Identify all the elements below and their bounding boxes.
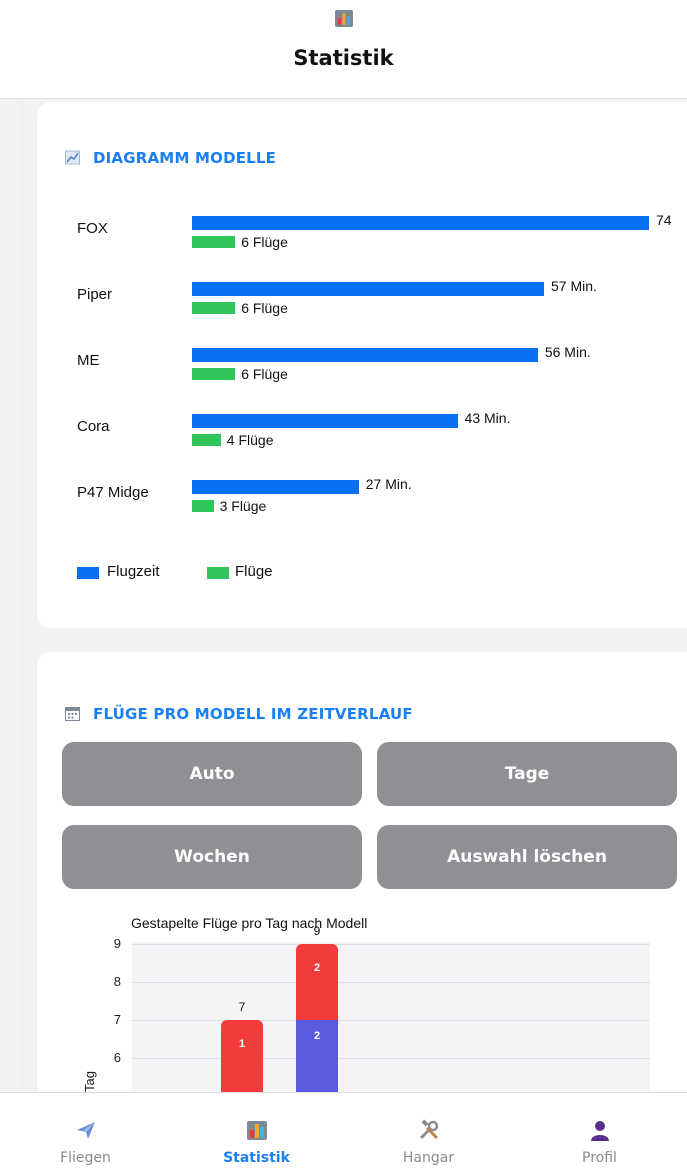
gridline	[132, 982, 650, 983]
tools-icon	[419, 1119, 438, 1140]
model-label: P47 Midge	[77, 484, 149, 501]
airplane-icon	[76, 1122, 95, 1139]
bar-flight-time	[192, 480, 359, 494]
y-axis-title: Tag	[82, 1071, 97, 1092]
model-label: FOX	[77, 220, 108, 237]
legend-swatch-flights	[207, 567, 229, 579]
legend-swatch-time	[77, 567, 99, 579]
model-label: ME	[77, 352, 100, 369]
weeks-button[interactable]: Wochen	[62, 825, 362, 889]
tab-hangar[interactable]: Hangar	[343, 1093, 514, 1175]
legend-label-time: Flugzeit	[107, 563, 160, 580]
segment-label: 2	[313, 1030, 321, 1042]
model-label: Cora	[77, 418, 110, 435]
page-title: Statistik	[293, 46, 394, 70]
models-chart-card: DIAGRAMM MODELLE FOX 74 6 Flüge Piper 57 Min…	[37, 102, 687, 628]
gridline	[132, 1058, 650, 1059]
stack-segment: 1	[221, 1020, 263, 1096]
segment-label: 2	[313, 962, 321, 974]
tab-label: Hangar	[402, 1150, 455, 1166]
stack-total-label: 7	[238, 1000, 246, 1014]
statistics-screen: Statistik DIAGRAMM MODELLE FOX 74 6 Flüge P…	[0, 0, 687, 1175]
y-tick-label: 8	[113, 974, 121, 989]
bar-flight-time	[192, 348, 538, 362]
tab-label: Statistik	[223, 1150, 290, 1166]
bar-flight-time	[192, 216, 649, 230]
stack-total-label: 9	[313, 924, 321, 938]
bar-value-label: 6 Flüge	[241, 234, 288, 250]
section-title: DIAGRAMM MODELLE	[93, 149, 277, 167]
y-tick-label: 7	[113, 1012, 121, 1027]
divider	[22, 98, 23, 1098]
gridline	[132, 944, 650, 945]
bar-flight-time	[192, 414, 458, 428]
line-chart-icon	[65, 150, 80, 165]
bar-flights	[192, 236, 236, 248]
bar-flight-time	[192, 282, 544, 296]
tab-fliegen[interactable]: Fliegen	[0, 1093, 171, 1175]
tab-profil[interactable]: Profil	[514, 1093, 685, 1175]
bar-value-label: 6 Flüge	[241, 366, 288, 382]
bar-flights	[192, 302, 236, 314]
legend-label-flights: Flüge	[235, 563, 273, 580]
tab-label: Profil	[582, 1150, 617, 1166]
bar-value-label: 27 Min.	[365, 476, 412, 492]
y-tick-label: 6	[113, 1050, 121, 1065]
bar-value-label: 56 Min.	[544, 344, 591, 360]
user-icon	[590, 1121, 609, 1141]
calendar-icon	[65, 707, 80, 721]
bar-flights	[192, 434, 221, 446]
bar-flights	[192, 368, 236, 380]
tab-label: Fliegen	[60, 1150, 111, 1166]
bar-value-label: 4 Flüge	[226, 432, 274, 448]
bar-chart-icon	[335, 10, 353, 27]
bar-chart-icon	[246, 1121, 267, 1140]
tab-bar: Fliegen Statistik Hangar Profil	[0, 1092, 687, 1175]
section-title: FLÜGE PRO MODELL IM ZEITVERLAUF	[93, 705, 413, 723]
stack-segment: 2	[296, 944, 338, 1020]
auto-button[interactable]: Auto	[62, 742, 362, 806]
gridline	[132, 1020, 650, 1021]
clear-selection-button[interactable]: Auswahl löschen	[377, 825, 677, 889]
tab-statistik[interactable]: Statistik	[171, 1093, 342, 1175]
timeline-card: FLÜGE PRO MODELL IM ZEITVERLAUF Auto Tag…	[37, 652, 687, 1122]
bar-flights	[192, 500, 214, 512]
bar-value-label: 57 Min.	[551, 278, 597, 294]
bar-value-label: 74	[656, 212, 672, 228]
days-button[interactable]: Tage	[377, 742, 677, 806]
segment-label: 1	[238, 1038, 246, 1050]
header: Statistik	[0, 0, 687, 99]
bar-value-label: 43 Min.	[464, 410, 511, 426]
model-label: Piper	[77, 286, 113, 303]
bar-value-label: 6 Flüge	[241, 300, 288, 316]
bar-value-label: 3 Flüge	[219, 498, 267, 514]
y-tick-label: 9	[113, 936, 121, 951]
